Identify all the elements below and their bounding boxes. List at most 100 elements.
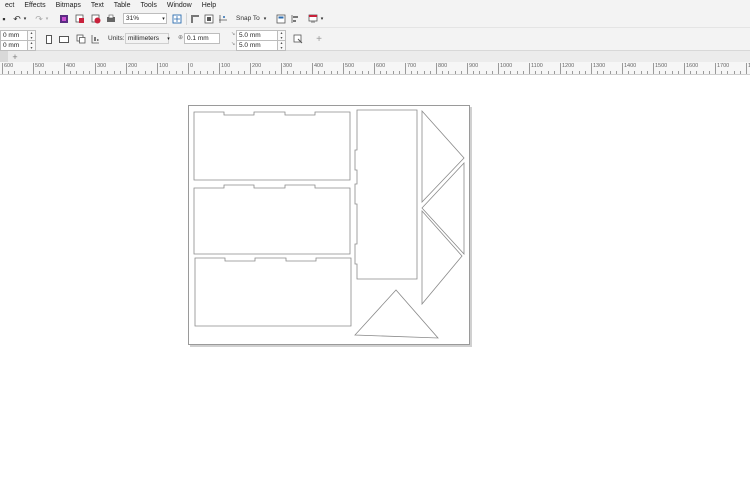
triangle-panel <box>421 109 465 203</box>
ruler-label: 1200 <box>562 63 575 69</box>
ruler-major-tick <box>405 63 406 74</box>
show-guidelines-button[interactable] <box>217 13 229 25</box>
redo-dropdown[interactable]: ▾ <box>44 13 50 25</box>
ruler-major-tick <box>560 63 561 74</box>
ruler-label: 1000 <box>500 63 513 69</box>
nudge-distance-field[interactable]: 0.1 mm <box>184 33 220 44</box>
ruler-minor-tick <box>386 71 388 74</box>
horizontal-ruler[interactable]: 600 500 400 300 200 100 0 100 200 300 400 500 600 700… <box>0 62 750 75</box>
snap-to-button[interactable]: Snap To <box>236 14 260 23</box>
ruler-minor-tick <box>45 71 47 74</box>
ruler-major-tick <box>33 63 34 74</box>
ruler-label: 400 <box>314 63 324 69</box>
ruler-minor-tick <box>566 71 568 74</box>
ruler-minor-tick <box>256 71 258 74</box>
ruler-minor-tick <box>82 71 84 74</box>
new-tab-button[interactable]: + <box>10 51 20 62</box>
guidelines-icon <box>219 15 227 23</box>
document-tab[interactable] <box>0 51 8 62</box>
publish-pdf-button[interactable] <box>90 13 102 25</box>
menu-table[interactable]: Table <box>109 0 136 11</box>
snap-to-dropdown[interactable]: ▾ <box>262 13 268 25</box>
align-guides-button[interactable] <box>289 13 301 25</box>
ruler-minor-tick <box>163 71 165 74</box>
ruler-label: 100 <box>159 63 169 69</box>
duplicate-distance-y-field[interactable]: 5.0 mm <box>236 40 280 51</box>
ruler-minor-tick <box>293 71 295 74</box>
ruler-minor-tick <box>367 71 369 74</box>
menu-help[interactable]: Help <box>197 0 221 11</box>
undo-button[interactable]: ↶ <box>12 13 22 25</box>
ruler-minor-tick <box>287 71 289 74</box>
ruler-minor-tick <box>274 71 276 74</box>
ruler-major-tick <box>312 63 313 74</box>
menu-tools[interactable]: Tools <box>136 0 162 11</box>
all-pages-icon <box>76 34 86 44</box>
ruler-label: 1500 <box>655 63 668 69</box>
landscape-button[interactable] <box>58 33 70 45</box>
ruler-label: 700 <box>407 63 417 69</box>
duplicate-y-spinner[interactable]: ▴ ▾ <box>277 40 286 51</box>
import-button[interactable] <box>58 13 70 25</box>
portrait-button[interactable] <box>44 33 54 45</box>
zoom-dropdown[interactable]: ▾ <box>160 13 167 25</box>
app-launcher-dropdown[interactable]: ▾ <box>319 13 325 25</box>
show-rulers-button[interactable] <box>189 13 201 25</box>
rulers-icon <box>191 15 199 23</box>
edit-page-icon <box>293 34 303 44</box>
options-button[interactable] <box>275 13 287 25</box>
print-icon <box>107 14 115 22</box>
ruler-minor-tick <box>671 71 673 74</box>
ruler-minor-tick <box>398 71 400 74</box>
redo-button[interactable]: ↷ <box>34 13 44 25</box>
box-panel <box>193 111 351 181</box>
all-pages-button[interactable] <box>75 33 87 45</box>
plus-icon: + <box>316 33 322 45</box>
units-label: Units: <box>108 35 125 42</box>
menu-effects[interactable]: Effects <box>19 0 50 11</box>
ruler-major-tick <box>467 63 468 74</box>
box-panel <box>193 184 351 255</box>
ruler-major-tick <box>126 63 127 74</box>
units-dropdown[interactable]: millimeters <box>125 33 169 44</box>
ruler-label: 300 <box>97 63 107 69</box>
ruler-major-tick <box>343 63 344 74</box>
ruler-minor-tick <box>485 71 487 74</box>
duplicate-x-icon: ↘ <box>231 31 236 37</box>
menu-bitmaps[interactable]: Bitmaps <box>51 0 86 11</box>
print-button[interactable] <box>105 13 117 25</box>
ruler-major-tick <box>2 63 3 74</box>
page-height-spinner[interactable]: ▴ ▾ <box>27 40 36 51</box>
ruler-major-tick <box>715 63 716 74</box>
ruler-minor-tick <box>181 71 183 74</box>
ruler-label: 200 <box>128 63 138 69</box>
ruler-minor-tick <box>88 71 90 74</box>
menu-object[interactable]: ect <box>0 0 19 11</box>
document-page <box>188 105 470 345</box>
page-height-field[interactable]: 0 mm <box>0 40 28 51</box>
ruler-major-tick <box>684 63 685 74</box>
app-launcher-button[interactable] <box>307 13 319 25</box>
ruler-minor-tick <box>237 71 239 74</box>
chevron-down-icon: ▾ <box>162 16 165 22</box>
current-page-button[interactable] <box>89 33 101 45</box>
full-screen-preview-button[interactable] <box>171 13 183 25</box>
add-preset-button[interactable]: + <box>313 33 325 45</box>
ruler-major-tick <box>746 63 747 74</box>
export-icon <box>75 14 84 23</box>
edit-page-button[interactable] <box>292 33 304 45</box>
app-launcher-icon <box>308 14 318 23</box>
ruler-minor-tick <box>336 71 338 74</box>
save-button[interactable]: ▪ <box>0 13 8 25</box>
ruler-minor-tick <box>51 71 53 74</box>
units-dropdown-arrow[interactable]: ▾ <box>165 33 172 45</box>
menu-text[interactable]: Text <box>86 0 109 11</box>
export-button[interactable] <box>74 13 86 25</box>
ruler-minor-tick <box>628 71 630 74</box>
undo-dropdown[interactable]: ▾ <box>22 13 28 25</box>
show-grid-button[interactable] <box>203 13 215 25</box>
menu-window[interactable]: Window <box>162 0 197 11</box>
ruler-label: 300 <box>283 63 293 69</box>
ruler-major-tick <box>591 63 592 74</box>
ruler-minor-tick <box>262 71 264 74</box>
